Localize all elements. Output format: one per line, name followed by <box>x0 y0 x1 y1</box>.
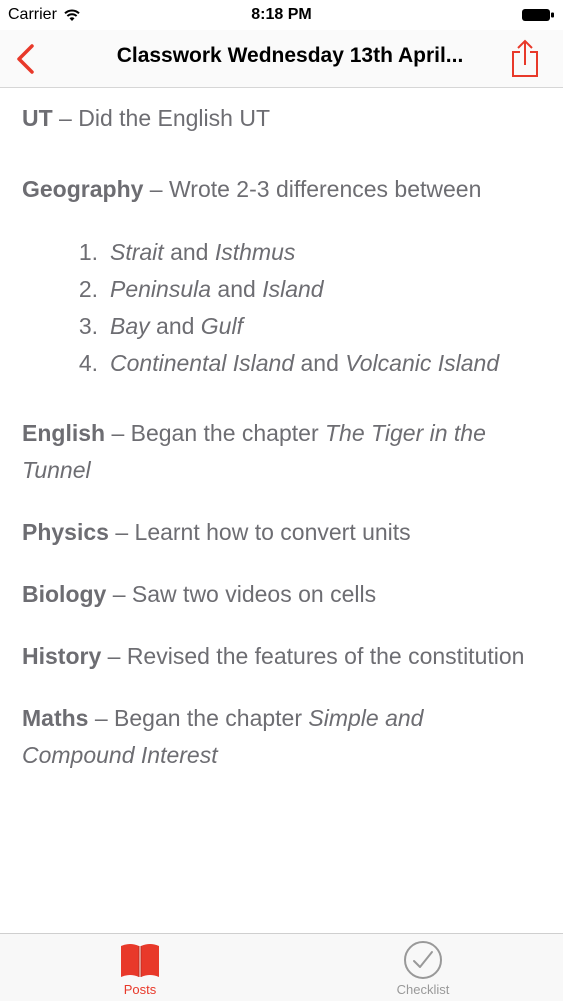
conjunction: and <box>211 276 263 302</box>
subject-label: Biology <box>22 581 107 607</box>
conjunction: and <box>294 350 346 376</box>
entry-maths: Maths – Began the chapter Simple and Com… <box>22 700 542 774</box>
subject-label: Maths <box>22 705 89 731</box>
list-number: 2. <box>78 276 98 302</box>
entry-text: – Saw two videos on cells <box>106 581 377 607</box>
subject-label: UT <box>22 105 53 131</box>
term-b: Island <box>262 276 324 302</box>
share-icon[interactable] <box>509 38 541 78</box>
checkmark-circle-icon <box>404 941 442 979</box>
chevron-left-icon[interactable] <box>14 43 38 75</box>
entry-text: – Revised the features of the constituti… <box>101 643 525 669</box>
geography-list: 1. Strait and Isthmus 2. Peninsula and Isl… <box>22 234 542 382</box>
entry-text: – Began the chapter <box>105 420 325 446</box>
list-item: 1. Strait and Isthmus <box>22 234 542 271</box>
term-a: Continental Island <box>110 350 295 376</box>
navigation-bar: Classwork Wednesday 13th April... <box>0 30 563 88</box>
entry-physics: Physics – Learnt how to convert units <box>22 514 542 551</box>
entry-english: English – Began the chapter The Tiger in… <box>22 415 542 489</box>
tab-label-posts: Posts <box>123 982 157 997</box>
entry-ut: UT – Did the English UT <box>22 100 542 137</box>
page-title: Classwork Wednesday 13th April... <box>116 44 464 67</box>
list-item: 3. Bay and Gulf <box>22 308 542 345</box>
entry-text: – Began the chapter <box>88 705 309 731</box>
tab-checklist[interactable]: Checklist <box>353 934 493 1001</box>
status-time: 8:18 PM <box>251 6 312 23</box>
entry-geography: Geography – Wrote 2-3 differences betwee… <box>22 171 542 208</box>
conjunction: and <box>163 239 215 265</box>
entry-text: – Learnt how to convert units <box>108 519 411 545</box>
term-a: Bay <box>110 313 150 339</box>
subject-label: English <box>22 420 106 446</box>
term-b: Volcanic Island <box>345 350 500 376</box>
battery-icon <box>522 9 554 21</box>
list-number: 1. <box>78 239 98 265</box>
post-content: UT – Did the English UT Geography – Wrot… <box>22 90 542 799</box>
entry-history: History – Revised the features of the co… <box>22 638 542 675</box>
term-a: Strait <box>110 239 164 265</box>
list-number: 3. <box>78 313 98 339</box>
list-item: 4. Continental Island and Volcanic Island <box>22 345 542 382</box>
tab-label-checklist: Checklist <box>396 982 450 997</box>
entry-text: – Wrote 2-3 differences between <box>143 176 482 202</box>
conjunction: and <box>149 313 201 339</box>
tab-posts[interactable]: Posts <box>70 934 210 1001</box>
term-a: Peninsula <box>110 276 212 302</box>
tab-bar: Posts Checklist <box>0 933 563 1001</box>
status-bar: Carrier 8:18 PM <box>0 0 563 30</box>
book-icon <box>121 944 159 977</box>
subject-label: History <box>22 643 102 669</box>
entry-biology: Biology – Saw two videos on cells <box>22 576 542 613</box>
list-item: 2. Peninsula and Island <box>22 271 542 308</box>
term-b: Gulf <box>200 313 243 339</box>
list-number: 4. <box>78 350 98 376</box>
subject-label: Physics <box>22 519 109 545</box>
entry-text: – Did the English UT <box>52 105 270 131</box>
subject-label: Geography <box>22 176 144 202</box>
term-b: Isthmus <box>214 239 296 265</box>
